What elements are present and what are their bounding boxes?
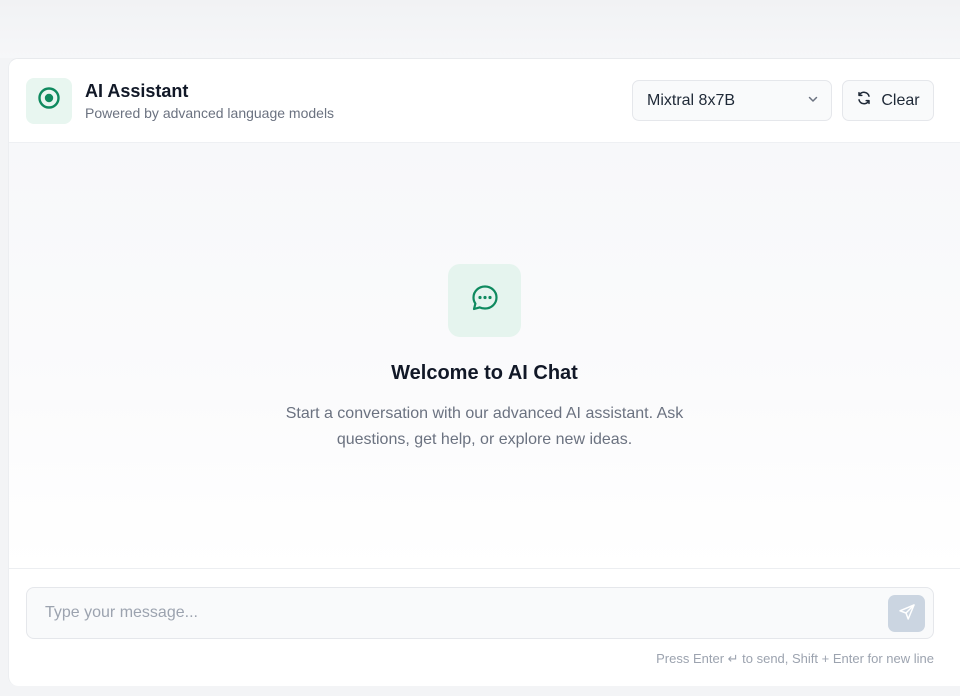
welcome-title: Welcome to AI Chat <box>391 362 578 384</box>
send-button[interactable] <box>888 594 925 632</box>
app-title: AI Assistant <box>85 80 189 101</box>
window-top-strip <box>0 0 960 58</box>
welcome-icon-tile <box>448 264 521 337</box>
clear-button-label: Clear <box>881 91 920 109</box>
message-input[interactable] <box>45 604 888 622</box>
app-subtitle: Powered by advanced language models <box>85 104 335 121</box>
message-input-wrapper <box>26 587 934 639</box>
refresh-icon <box>856 90 872 111</box>
message-composer: Press Enter ↵ to send, Shift + Enter for… <box>9 569 960 667</box>
send-icon <box>898 603 916 624</box>
model-select[interactable]: Mixtral 8x7B <box>632 80 832 121</box>
model-select-value: Mixtral 8x7B <box>647 91 736 109</box>
chevron-down-icon <box>807 92 819 110</box>
chat-messages-area: Welcome to AI Chat Start a conversation … <box>9 143 960 569</box>
target-icon <box>37 86 61 115</box>
chat-card: AI Assistant Powered by advanced languag… <box>8 58 960 686</box>
chat-header: AI Assistant Powered by advanced languag… <box>9 59 960 143</box>
chat-bubble-icon <box>469 282 501 319</box>
composer-hint: Press Enter ↵ to send, Shift + Enter for… <box>656 651 934 666</box>
app-logo <box>26 77 72 124</box>
clear-button[interactable]: Clear <box>842 80 934 121</box>
header-titles: AI Assistant Powered by advanced languag… <box>85 80 334 122</box>
welcome-text: Start a conversation with our advanced A… <box>285 405 684 448</box>
